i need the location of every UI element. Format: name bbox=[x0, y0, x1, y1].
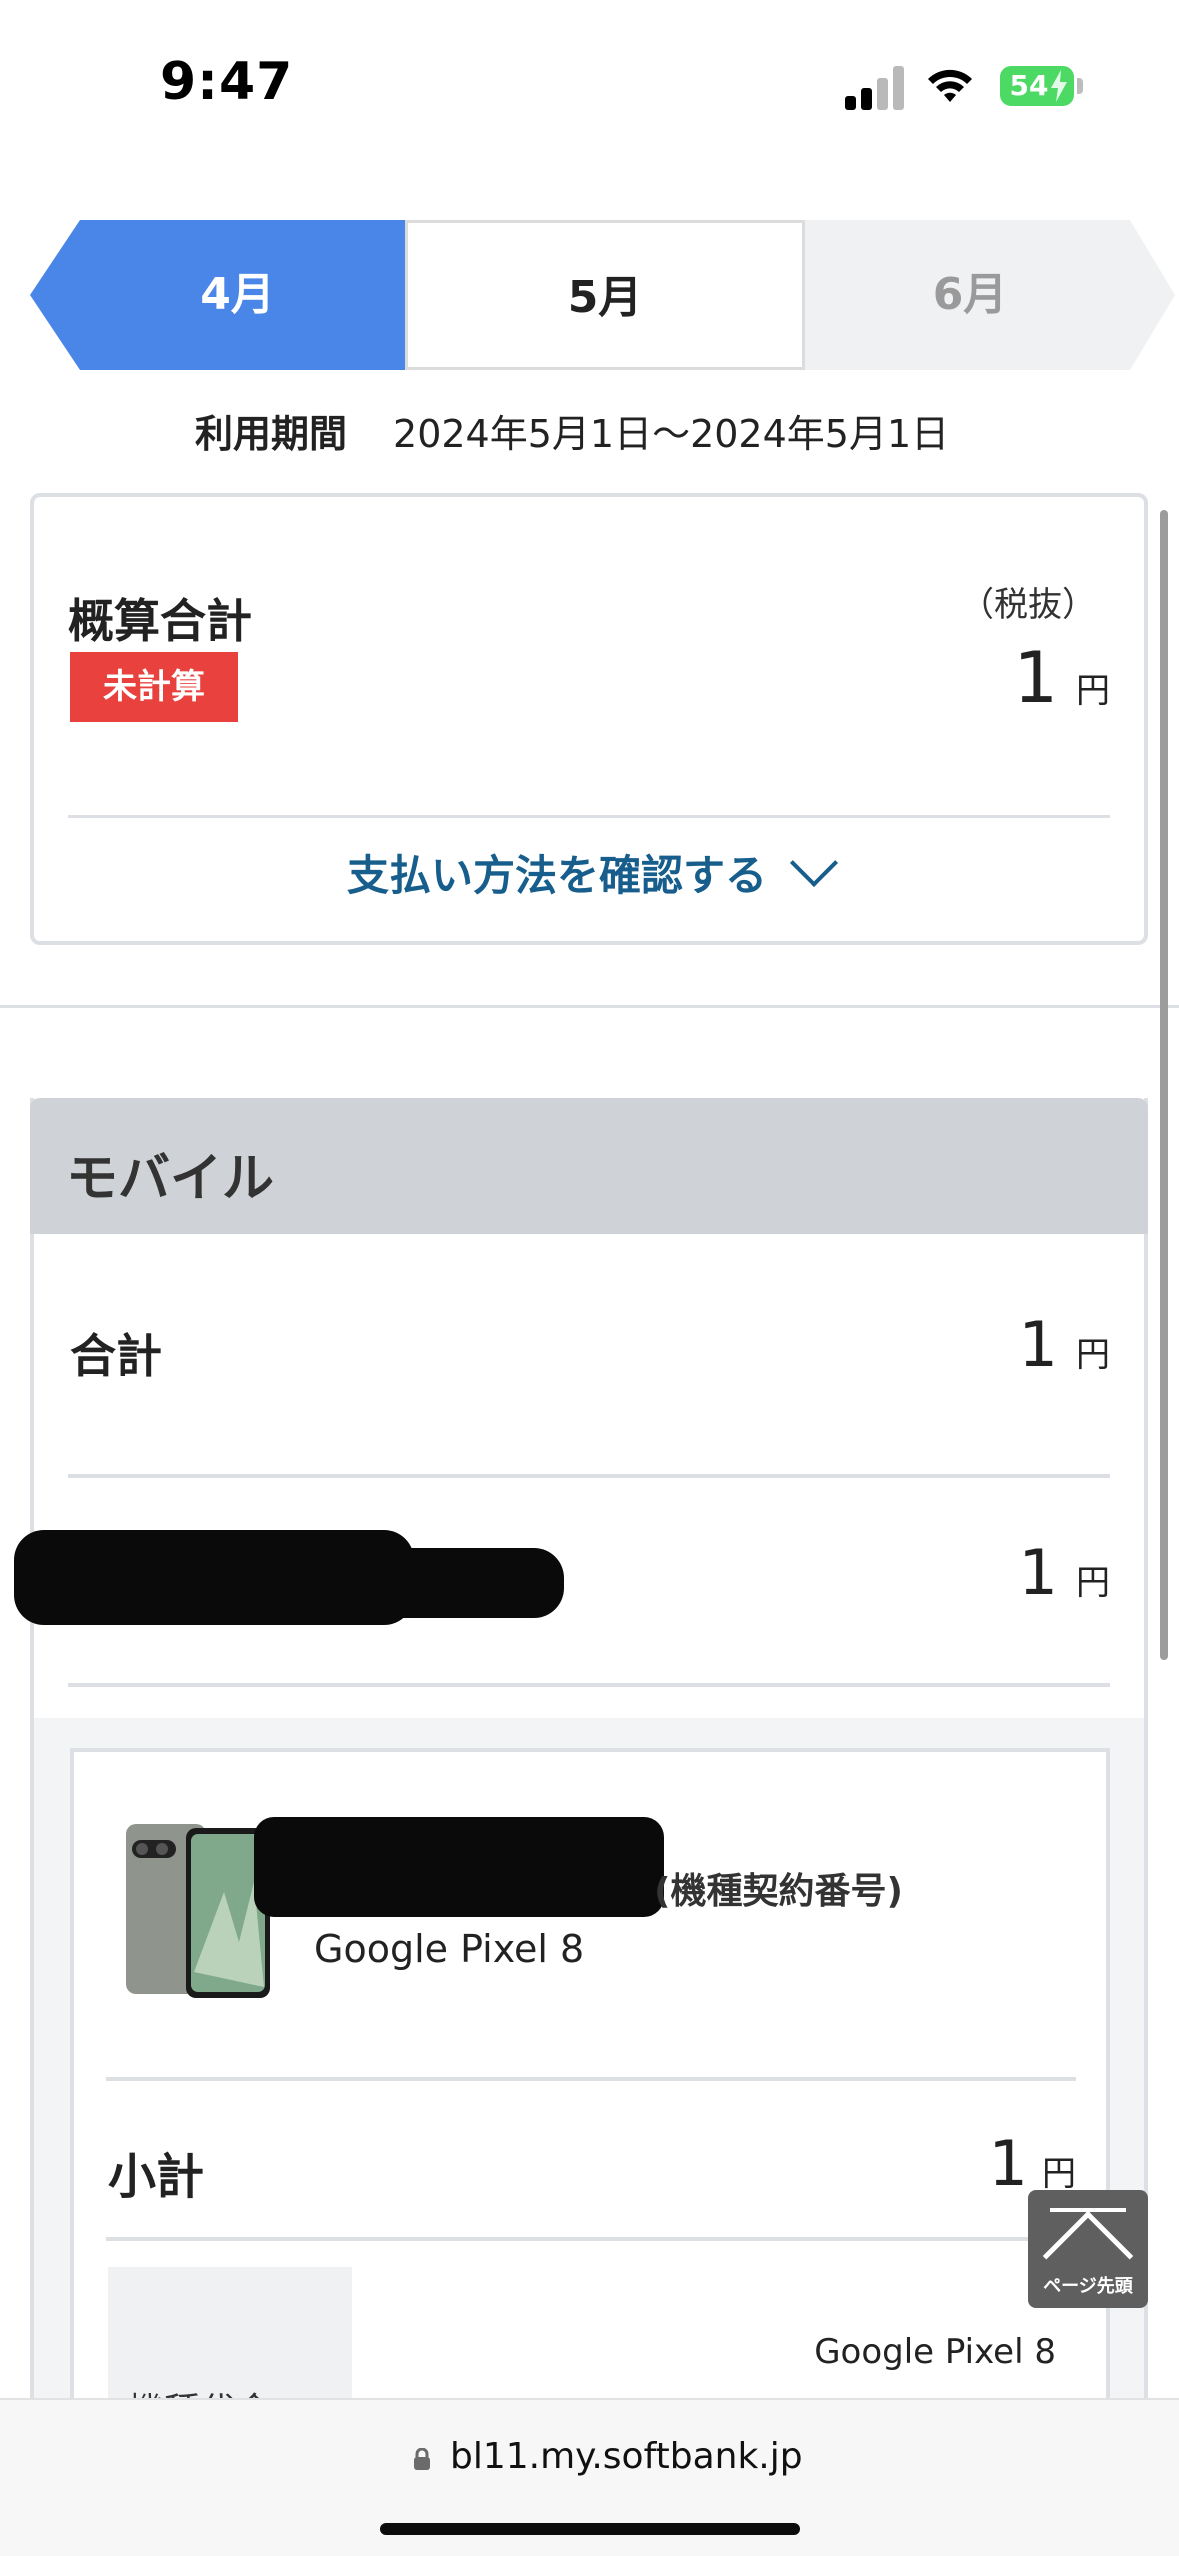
amount-value: 1 bbox=[1018, 1308, 1058, 1381]
divider bbox=[106, 2237, 1076, 2241]
tax-note: （税抜） bbox=[960, 585, 1096, 625]
usage-period-value: 2024年5月1日〜2024年5月1日 bbox=[393, 412, 950, 456]
tab-label: 6月 bbox=[932, 269, 1008, 320]
section-divider bbox=[0, 1005, 1179, 1008]
page-top-label: ページ先頭 bbox=[1043, 2276, 1133, 2297]
lock-icon bbox=[414, 2448, 430, 2470]
browser-address-bar[interactable]: bl11.my.softbank.jp bbox=[0, 2398, 1179, 2556]
mobile-total-label: 合計 bbox=[70, 1329, 162, 1383]
contract-number-label: (機種契約番号) bbox=[654, 1871, 903, 1912]
currency-unit: 円 bbox=[1042, 2154, 1076, 2194]
scrollbar[interactable] bbox=[1160, 510, 1168, 1660]
tab-april[interactable]: 4月 bbox=[30, 220, 405, 370]
tab-label: 5月 bbox=[567, 272, 643, 323]
charging-bolt-icon bbox=[1051, 70, 1067, 102]
mobile-total-amount: 1円 bbox=[1019, 1308, 1110, 1381]
divider bbox=[68, 1474, 1110, 1478]
status-badge: 未計算 bbox=[70, 652, 238, 722]
estimate-summary-card: 概算合計 未計算 （税抜） 1円 支払い方法を確認する bbox=[30, 493, 1148, 945]
currency-unit: 円 bbox=[1076, 1563, 1110, 1603]
cellular-signal-icon bbox=[845, 66, 905, 110]
url-text[interactable]: bl11.my.softbank.jp bbox=[450, 2436, 803, 2477]
divider bbox=[68, 1683, 1110, 1687]
tab-may[interactable]: 5月 bbox=[405, 220, 805, 370]
amount-value: 1 bbox=[1013, 637, 1058, 719]
month-tabs: 4月 5月 6月 bbox=[30, 220, 1150, 370]
amount-value: 1 bbox=[988, 2127, 1028, 2200]
page-top-button[interactable]: ページ先頭 bbox=[1028, 2190, 1148, 2308]
chevron-down-icon bbox=[789, 838, 839, 888]
redacted-contract-number bbox=[254, 1817, 664, 1917]
estimate-amount: 1円 bbox=[1013, 637, 1110, 719]
payment-method-link-label: 支払い方法を確認する bbox=[346, 851, 767, 900]
tab-label: 4月 bbox=[200, 269, 275, 320]
detail-device-model: Google Pixel 8 bbox=[814, 2332, 1056, 2372]
currency-unit: 円 bbox=[1076, 671, 1110, 711]
status-bar: 9:47 54 bbox=[0, 0, 1179, 170]
line-amount: 1円 bbox=[1019, 1536, 1110, 1609]
clock: 9:47 bbox=[160, 52, 294, 112]
wifi-icon bbox=[928, 69, 972, 102]
device-model: Google Pixel 8 bbox=[314, 1927, 585, 1971]
currency-unit: 円 bbox=[1076, 1335, 1110, 1375]
phone-image bbox=[126, 1824, 270, 1998]
divider bbox=[106, 2077, 1076, 2081]
battery-cap bbox=[1077, 78, 1083, 94]
mobile-section-header: モバイル bbox=[30, 1098, 1148, 1234]
tab-june[interactable]: 6月 bbox=[805, 220, 1175, 370]
estimate-total-title: 概算合計 bbox=[68, 594, 252, 648]
divider bbox=[68, 815, 1110, 818]
payment-method-toggle[interactable]: 支払い方法を確認する bbox=[34, 838, 1144, 903]
home-indicator bbox=[380, 2523, 800, 2535]
subtotal-label: 小計 bbox=[108, 2149, 205, 2205]
redacted-line-name-part bbox=[114, 1548, 564, 1618]
amount-value: 1 bbox=[1018, 1536, 1058, 1609]
usage-period: 利用期間 2024年5月1日〜2024年5月1日 bbox=[195, 403, 949, 458]
usage-period-label: 利用期間 bbox=[195, 412, 348, 456]
mobile-section: モバイル 合計 1円 1円 (機種契約番号) Google Pixel 8 小計 bbox=[14, 1098, 1148, 2556]
section-title: モバイル bbox=[66, 1149, 275, 1209]
